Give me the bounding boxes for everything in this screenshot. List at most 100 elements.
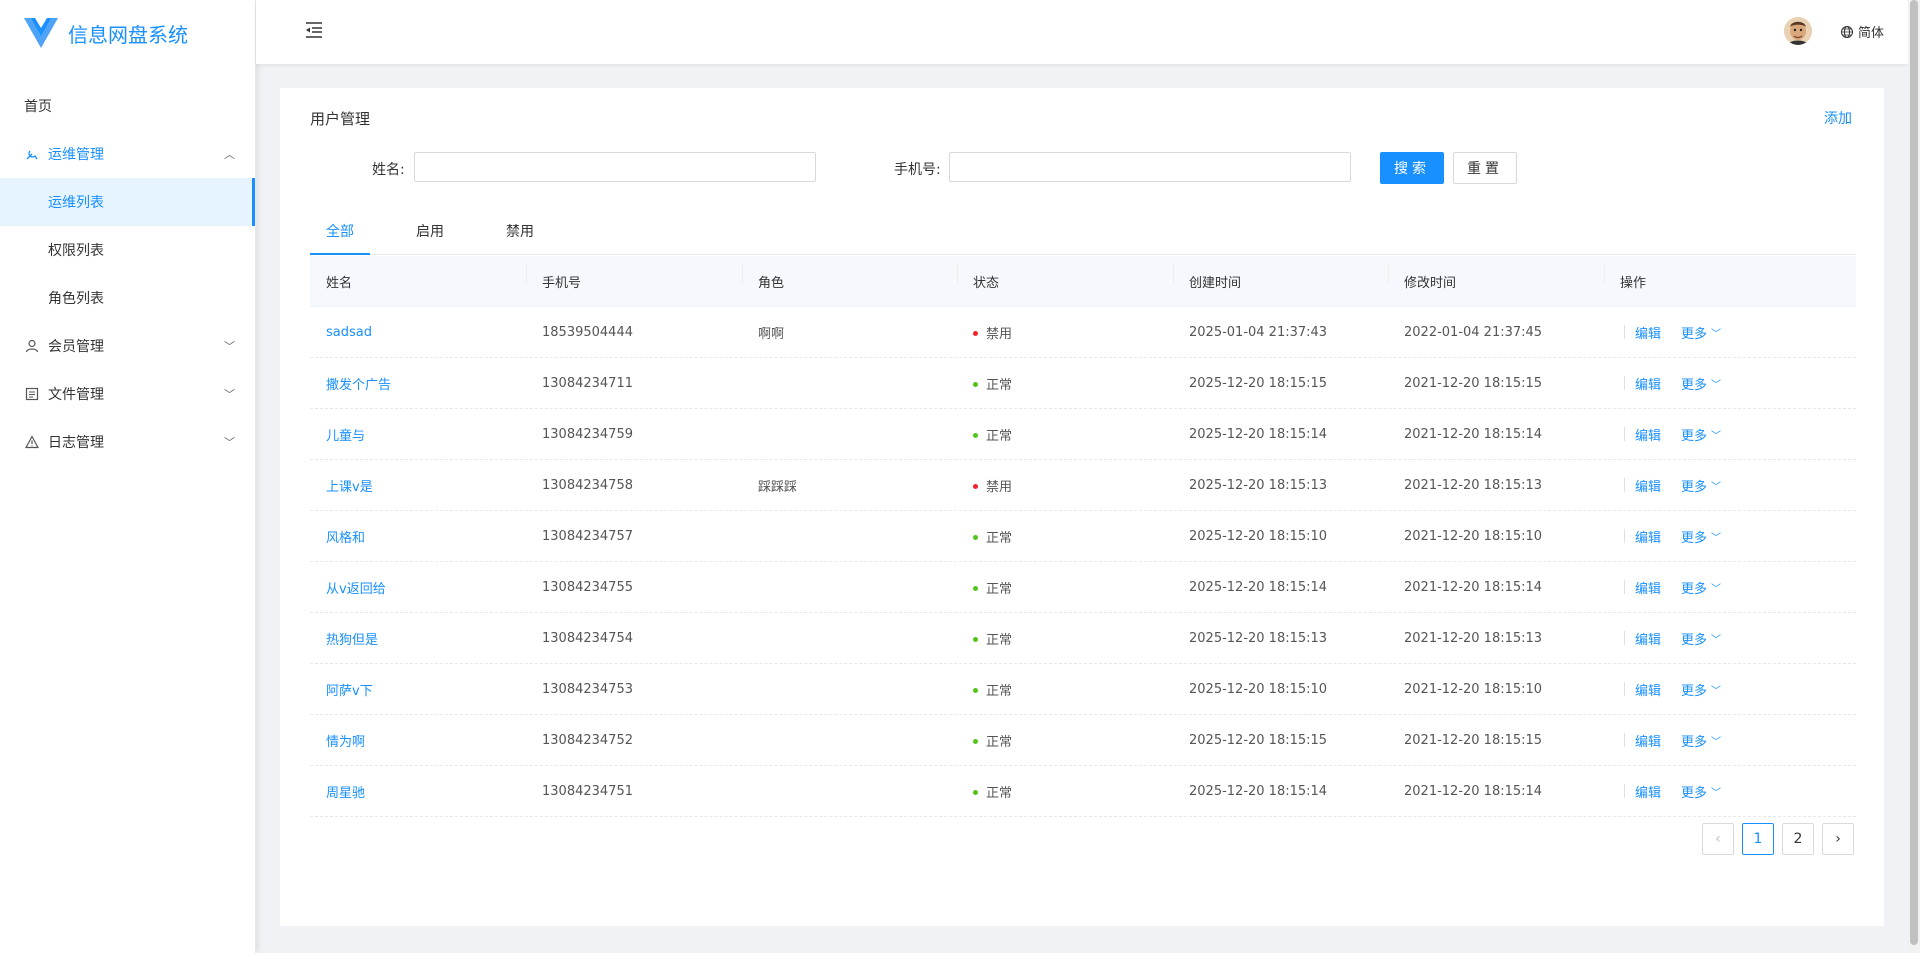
sidebar-item-permissions[interactable]: 权限列表 [0, 226, 255, 274]
cell-created: 2025-12-20 18:15:13 [1189, 630, 1328, 646]
user-name-link[interactable]: sadsad [326, 325, 372, 340]
more-dropdown[interactable]: 更多 ﹀ [1681, 629, 1721, 648]
user-name-link[interactable]: 热狗但是 [326, 633, 378, 648]
cell-actions: 编辑 更多 ﹀ [1604, 680, 1856, 699]
more-dropdown[interactable]: 更多 ﹀ [1681, 323, 1721, 342]
sidebar-item-label: 文件管理 [48, 387, 104, 403]
name-input[interactable] [414, 152, 816, 182]
table-row: 周星驰 13084234751 正常 2025-12-20 18:15:14 2021-… [310, 766, 1856, 817]
edit-link[interactable]: 编辑 [1635, 527, 1661, 546]
sidebar-item-roles[interactable]: 角色列表 [0, 274, 255, 322]
chevron-down-icon: ﹀ [1711, 685, 1722, 697]
column-header: 手机号 [526, 263, 742, 291]
edit-link[interactable]: 编辑 [1635, 680, 1661, 699]
avatar[interactable] [1784, 17, 1812, 45]
prev-page-button[interactable]: ‹ [1702, 823, 1734, 855]
pagination: ‹ 1 2 › [1694, 823, 1854, 855]
user-name-link[interactable]: 上课v是 [326, 480, 373, 495]
status-text: 正常 [986, 683, 1013, 699]
more-dropdown[interactable]: 更多 ﹀ [1681, 731, 1721, 750]
menu-fold-icon[interactable] [304, 20, 326, 42]
edit-link[interactable]: 编辑 [1635, 425, 1661, 444]
reset-button[interactable]: 重置 [1453, 152, 1517, 184]
phone-input[interactable] [949, 152, 1351, 182]
column-header: 姓名 [326, 275, 353, 291]
user-name-link[interactable]: 儿童与 [326, 429, 365, 444]
edit-link[interactable]: 编辑 [1635, 629, 1661, 648]
search-button[interactable]: 搜索 [1380, 152, 1444, 184]
row-actions: 编辑 更多 ﹀ [1620, 731, 1856, 750]
cell-modified: 2021-12-20 18:15:14 [1404, 426, 1543, 442]
cell-phone: 13084234753 [542, 681, 633, 697]
app-title: 信息网盘系统 [68, 22, 188, 47]
more-label: 更多 [1681, 734, 1708, 750]
sidebar-item-logs[interactable]: 日志管理 ﹀ [0, 418, 255, 466]
cell-name: 从v返回给 [310, 578, 526, 597]
sidebar-item-ops-list[interactable]: 运维列表 [0, 178, 255, 226]
more-label: 更多 [1681, 785, 1708, 801]
edit-link[interactable]: 编辑 [1635, 374, 1661, 393]
next-page-button[interactable]: › [1822, 823, 1854, 855]
status-dot [973, 636, 978, 642]
edit-link[interactable]: 编辑 [1635, 323, 1661, 342]
edit-link[interactable]: 编辑 [1635, 782, 1661, 801]
more-label: 更多 [1681, 581, 1708, 597]
status-dot [973, 381, 978, 387]
sidebar: 信息网盘系统 首页 运维管理 ︿ 运维列表 权限列表 角色列表 会员管理 ﹀ 文… [0, 0, 256, 953]
edit-link[interactable]: 编辑 [1635, 731, 1661, 750]
more-dropdown[interactable]: 更多 ﹀ [1681, 578, 1721, 597]
user-name-link[interactable]: 情为啊 [326, 735, 365, 750]
tab-all[interactable]: 全部 [310, 218, 370, 255]
page-title: 用户管理 [310, 110, 371, 128]
sidebar-item-label: 首页 [24, 99, 52, 115]
more-label: 更多 [1681, 479, 1708, 495]
sidebar-item-ops[interactable]: 运维管理 ︿ [0, 130, 255, 178]
sidebar-item-members[interactable]: 会员管理 ﹀ [0, 322, 255, 370]
cell-status: 正常 [957, 731, 1173, 750]
status-tabs: 全部 启用 禁用 [310, 218, 1856, 255]
vue-logo-icon [24, 18, 58, 48]
page-button[interactable]: 1 [1742, 823, 1774, 855]
more-dropdown[interactable]: 更多 ﹀ [1681, 476, 1721, 495]
language-switch[interactable]: 简体 [1840, 22, 1884, 41]
status-text: 正常 [986, 581, 1013, 597]
cell-status: 正常 [957, 425, 1173, 444]
status-text: 正常 [986, 632, 1013, 648]
user-name-link[interactable]: 周星驰 [326, 786, 365, 801]
edit-link[interactable]: 编辑 [1635, 476, 1661, 495]
table-row: 撒发个广告 13084234711 正常 2025-12-20 18:15:15 202… [310, 358, 1856, 409]
tools-icon [24, 146, 40, 162]
column-header: 状态 [957, 263, 1173, 291]
scrollbar-thumb[interactable] [1910, 0, 1918, 945]
tab-enabled[interactable]: 启用 [400, 218, 460, 254]
more-dropdown[interactable]: 更多 ﹀ [1681, 425, 1721, 444]
more-dropdown[interactable]: 更多 ﹀ [1681, 374, 1721, 393]
edit-link[interactable]: 编辑 [1635, 578, 1661, 597]
sidebar-item-files[interactable]: 文件管理 ﹀ [0, 370, 255, 418]
cell-name: 情为啊 [310, 731, 526, 750]
table-row: 上课v是 13084234758 踩踩踩 禁用 2025-12-20 18:15:13 2… [310, 460, 1856, 511]
user-name-link[interactable]: 阿萨v下 [326, 684, 373, 699]
cell-created: 2025-12-20 18:15:14 [1189, 426, 1328, 442]
logo[interactable]: 信息网盘系统 [0, 0, 255, 66]
add-button[interactable]: 添加 [1824, 108, 1852, 128]
sidebar-item-label: 运维列表 [48, 195, 104, 211]
user-name-link[interactable]: 风格和 [326, 531, 365, 546]
user-name-link[interactable]: 撒发个广告 [326, 378, 391, 393]
more-dropdown[interactable]: 更多 ﹀ [1681, 782, 1721, 801]
user-name-link[interactable]: 从v返回给 [326, 582, 386, 597]
more-dropdown[interactable]: 更多 ﹀ [1681, 680, 1721, 699]
cell-created: 2025-01-04 21:37:43 [1189, 324, 1328, 340]
status-dot [973, 432, 978, 438]
tab-disabled[interactable]: 禁用 [490, 218, 550, 254]
chevron-down-icon: ﹀ [1711, 532, 1722, 544]
vertical-scrollbar[interactable] [1908, 0, 1920, 953]
more-dropdown[interactable]: 更多 ﹀ [1681, 527, 1721, 546]
sidebar-item-home[interactable]: 首页 [0, 82, 255, 130]
phone-label: 手机号: [894, 162, 941, 178]
cell-created: 2025-12-20 18:15:10 [1189, 681, 1328, 697]
status-text: 正常 [986, 734, 1013, 750]
table-row: 阿萨v下 13084234753 正常 2025-12-20 18:15:10 2021… [310, 664, 1856, 715]
page-button[interactable]: 2 [1782, 823, 1814, 855]
more-label: 更多 [1681, 326, 1708, 342]
